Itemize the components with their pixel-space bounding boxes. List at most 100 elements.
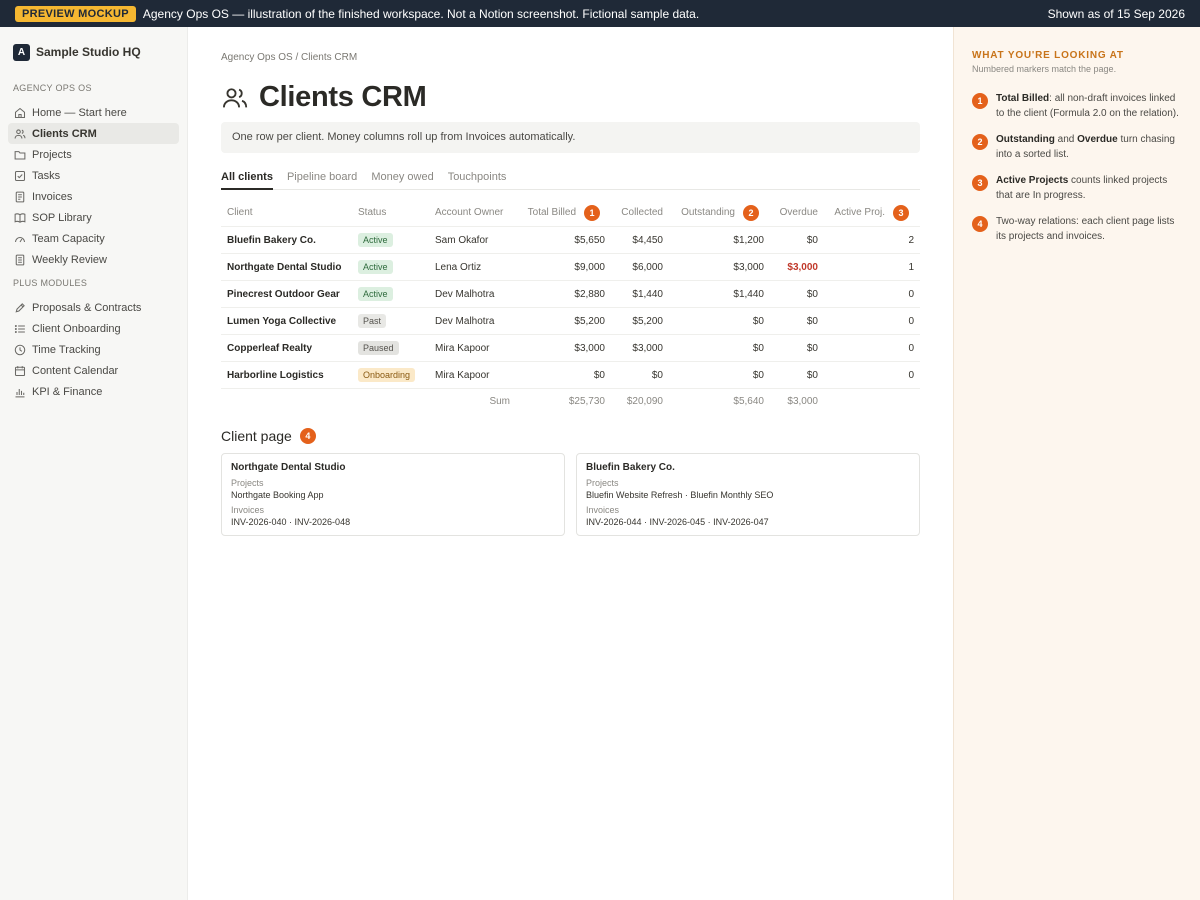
tab-money-owed[interactable]: Money owed xyxy=(371,170,433,190)
explainer-item-3: 3 Active Projects counts linked projects… xyxy=(972,174,1182,203)
total-billed-cell: $2,880 xyxy=(574,288,605,300)
sidebar-item-sop-library[interactable]: SOP Library xyxy=(8,207,179,228)
active-projects-cell: 0 xyxy=(908,342,914,354)
account-owner-cell[interactable]: Dev Malhotra xyxy=(435,308,525,334)
card-projects-label: Projects xyxy=(231,478,264,488)
marker-1: 1 xyxy=(972,93,988,109)
header-active-projects[interactable]: Active Proj. 3 xyxy=(834,199,909,226)
status-cell[interactable]: Onboarding xyxy=(358,362,434,388)
status-cell[interactable]: Active xyxy=(358,254,434,280)
card-projects-label: Projects xyxy=(586,478,619,488)
table-row[interactable]: Pinecrest Outdoor Gear Active Dev Malhotra… xyxy=(221,281,920,308)
account-owner-cell[interactable]: Mira Kapoor xyxy=(435,335,525,361)
client-name[interactable]: Copperleaf Realty xyxy=(227,343,312,354)
table-row[interactable]: Northgate Dental Studio Active Lena Ortiz $… xyxy=(221,254,920,281)
sidebar-item-label: KPI & Finance xyxy=(32,385,103,398)
card-projects[interactable]: Northgate Booking App xyxy=(231,489,555,501)
sidebar-item-label: Time Tracking xyxy=(32,343,101,356)
client-card[interactable]: Bluefin Bakery Co. Projects Bluefin Webs… xyxy=(576,453,920,536)
client-name-cell[interactable]: Bluefin Bakery Co. xyxy=(227,227,357,253)
status-badge: Active xyxy=(358,233,393,247)
header-client[interactable]: Client xyxy=(227,199,357,226)
card-invoices[interactable]: INV-2026-044 · INV-2026-045 · INV-2026-0… xyxy=(586,516,910,528)
sidebar-item-content-calendar[interactable]: Content Calendar xyxy=(8,360,179,381)
sum-outstanding: $5,640 xyxy=(733,396,764,407)
active-projects-cell: 1 xyxy=(908,261,914,273)
client-name[interactable]: Northgate Dental Studio xyxy=(227,262,341,273)
breadcrumb[interactable]: Agency Ops OS / Clients CRM xyxy=(221,52,357,63)
status-badge: Onboarding xyxy=(358,368,416,382)
header-total-billed[interactable]: Total Billed 1 xyxy=(528,199,600,226)
sidebar-item-client-onboarding[interactable]: Client Onboarding xyxy=(8,318,179,339)
clients-table: Client Status Account Owner Total Billed… xyxy=(221,199,920,414)
page-title: Clients CRM xyxy=(259,81,427,113)
card-client-name: Northgate Dental Studio xyxy=(231,462,346,473)
total-billed-cell: $5,200 xyxy=(574,315,605,327)
header-collected[interactable]: Collected xyxy=(621,199,663,226)
client-name-cell[interactable]: Copperleaf Realty xyxy=(227,335,357,361)
table-row[interactable]: Lumen Yoga Collective Past Dev Malhotra $5,… xyxy=(221,308,920,335)
total-billed-cell: $9,000 xyxy=(574,261,605,273)
sidebar: A Sample Studio HQ AGENCY OPS OS Home — … xyxy=(0,27,188,900)
sidebar-item-clients-crm[interactable]: Clients CRM xyxy=(8,123,179,144)
client-name-cell[interactable]: Harborline Logistics xyxy=(227,362,357,388)
marker-2: 2 xyxy=(972,134,988,150)
client-name[interactable]: Harborline Logistics xyxy=(227,370,324,381)
view-tabs: All clients Pipeline board Money owed To… xyxy=(221,170,920,190)
nav-group-plus-modules: Proposals & Contracts Client Onboarding Ti… xyxy=(8,297,179,402)
folder-icon xyxy=(13,148,27,162)
header-outstanding-label: Outstanding xyxy=(681,207,735,218)
status-cell[interactable]: Active xyxy=(358,227,434,253)
client-page-title: Client page xyxy=(221,428,292,444)
status-cell[interactable]: Past xyxy=(358,308,434,334)
outstanding-cell: $0 xyxy=(752,342,764,354)
client-name[interactable]: Pinecrest Outdoor Gear xyxy=(227,289,340,300)
table-row[interactable]: Harborline Logistics Onboarding Mira Kapoo… xyxy=(221,362,920,389)
sidebar-item-time-tracking[interactable]: Time Tracking xyxy=(8,339,179,360)
tab-touchpoints[interactable]: Touchpoints xyxy=(448,170,507,190)
card-client-name: Bluefin Bakery Co. xyxy=(586,462,675,473)
card-invoices[interactable]: INV-2026-040 · INV-2026-048 xyxy=(231,516,555,528)
header-overdue[interactable]: Overdue xyxy=(780,199,818,226)
sidebar-item-kpi-finance[interactable]: KPI & Finance xyxy=(8,381,179,402)
account-owner-cell[interactable]: Lena Ortiz xyxy=(435,254,525,280)
sidebar-item-projects[interactable]: Projects xyxy=(8,144,179,165)
sidebar-item-team-capacity[interactable]: Team Capacity xyxy=(8,228,179,249)
panel-subheading: Numbered markers match the page. xyxy=(972,64,1117,74)
status-cell[interactable]: Active xyxy=(358,281,434,307)
collected-cell: $6,000 xyxy=(632,261,663,273)
account-owner-cell[interactable]: Sam Okafor xyxy=(435,227,525,253)
sidebar-item-home-start-here[interactable]: Home — Start here xyxy=(8,102,179,123)
client-name[interactable]: Bluefin Bakery Co. xyxy=(227,235,316,246)
sidebar-item-label: Invoices xyxy=(32,190,73,203)
table-header: Client Status Account Owner Total Billed… xyxy=(221,199,920,227)
header-owner[interactable]: Account Owner xyxy=(435,199,525,226)
tab-all-clients[interactable]: All clients xyxy=(221,170,273,190)
header-status[interactable]: Status xyxy=(358,199,434,226)
workspace-switcher[interactable]: A Sample Studio HQ xyxy=(8,41,179,63)
sidebar-item-proposals-contracts[interactable]: Proposals & Contracts xyxy=(8,297,179,318)
preview-tag: PREVIEW MOCKUP xyxy=(15,5,136,22)
explainer-bold: Outstanding xyxy=(996,134,1055,145)
sidebar-item-invoices[interactable]: Invoices xyxy=(8,186,179,207)
status-cell[interactable]: Paused xyxy=(358,335,434,361)
sidebar-item-weekly-review[interactable]: Weekly Review xyxy=(8,249,179,270)
table-row[interactable]: Copperleaf Realty Paused Mira Kapoor $3,000… xyxy=(221,335,920,362)
account-owner-cell[interactable]: Mira Kapoor xyxy=(435,362,525,388)
tab-pipeline-board[interactable]: Pipeline board xyxy=(287,170,357,190)
account-owner-cell[interactable]: Dev Malhotra xyxy=(435,281,525,307)
sidebar-item-label: Client Onboarding xyxy=(32,322,121,335)
header-outstanding[interactable]: Outstanding 2 xyxy=(681,199,759,226)
sidebar-item-tasks[interactable]: Tasks xyxy=(8,165,179,186)
client-name-cell[interactable]: Northgate Dental Studio xyxy=(227,254,357,280)
header-active-projects-label: Active Proj. xyxy=(834,207,885,218)
card-projects[interactable]: Bluefin Website Refresh · Bluefin Monthl… xyxy=(586,489,910,501)
client-card[interactable]: Northgate Dental Studio Projects Northga… xyxy=(221,453,565,536)
client-name-cell[interactable]: Lumen Yoga Collective xyxy=(227,308,357,334)
table-row[interactable]: Bluefin Bakery Co. Active Sam Okafor $5,650… xyxy=(221,227,920,254)
sum-label: Sum xyxy=(489,396,510,407)
overdue-cell: $0 xyxy=(806,288,818,300)
client-name-cell[interactable]: Pinecrest Outdoor Gear xyxy=(227,281,357,307)
banner-note: Agency Ops OS — illustration of the fini… xyxy=(142,6,700,21)
client-name[interactable]: Lumen Yoga Collective xyxy=(227,316,336,327)
